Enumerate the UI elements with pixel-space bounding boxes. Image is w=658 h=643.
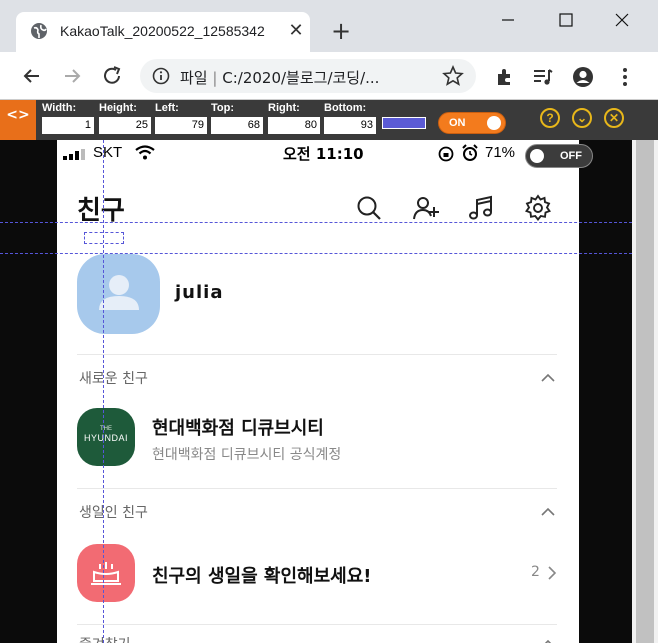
section-birthday-title: 생일인 친구	[79, 505, 148, 521]
wifi-icon	[135, 145, 155, 160]
top-field: Top: 68	[211, 102, 263, 134]
width-value[interactable]: 1	[42, 117, 94, 134]
new-tab-button[interactable]: +	[330, 19, 352, 43]
measure-selection-box	[84, 232, 124, 244]
my-profile-name[interactable]: julia	[175, 282, 223, 303]
carrier: SKT	[93, 144, 123, 161]
hyundai-logo-text: HYUNDAI	[83, 433, 128, 443]
chevron-up-icon[interactable]	[541, 639, 555, 643]
toggle-knob	[487, 116, 501, 130]
back-icon[interactable]	[20, 64, 44, 88]
bottom-label: Bottom:	[324, 102, 367, 114]
overlay-toggle[interactable]: OFF	[525, 144, 593, 168]
menu-icon[interactable]	[614, 66, 636, 88]
right-label: Right:	[268, 102, 300, 114]
status-time: 오전 11:10	[283, 145, 364, 163]
bottom-field: Bottom: 93	[324, 102, 376, 134]
section-new-friends-title: 새로운 친구	[79, 371, 148, 387]
minimize-icon[interactable]	[496, 10, 520, 30]
address-separator: |	[212, 69, 218, 87]
friend-status-message: 현대백화점 디큐브시티 공식계정	[152, 447, 342, 463]
collapse-icon[interactable]: ⌄	[572, 108, 592, 128]
top-value[interactable]: 68	[211, 117, 263, 134]
browser-toolbar: 파일 | C:/2020/블로그/코딩/...	[0, 52, 658, 100]
bottom-value[interactable]: 93	[324, 117, 376, 134]
profile-icon[interactable]	[572, 66, 594, 88]
close-measure-icon[interactable]: ✕	[604, 108, 624, 128]
forward-icon[interactable]	[60, 64, 84, 88]
default-avatar-icon	[99, 275, 139, 310]
measure-toolbar: <> Width: 1 Height: 25 Left: 79 Top: 68 …	[0, 100, 658, 140]
address-text: 파일 | C:/2020/블로그/코딩/...	[180, 67, 379, 88]
globe-icon	[31, 23, 47, 39]
music-icon[interactable]	[467, 194, 495, 222]
measure-guide-vertical	[103, 140, 104, 643]
page-viewport: SKT 오전 11:10 71% 친구 julia 새로운 친구 THE HYU	[0, 140, 632, 643]
guide-color-swatch[interactable]	[382, 117, 426, 129]
maximize-icon[interactable]	[554, 10, 578, 30]
scrollbar-thumb[interactable]	[636, 140, 654, 643]
birthday-cake-icon	[91, 562, 121, 585]
measure-logo[interactable]: <>	[0, 100, 36, 140]
birthday-check-text[interactable]: 친구의 생일을 확인해보세요!	[152, 562, 371, 588]
extensions-icon[interactable]	[494, 66, 516, 88]
kakaotalk-screenshot: SKT 오전 11:10 71% 친구 julia 새로운 친구 THE HYU	[57, 140, 579, 643]
rotation-lock-icon	[438, 146, 454, 162]
left-label: Left:	[155, 102, 179, 114]
left-field: Left: 79	[155, 102, 207, 134]
birthday-cake-avatar[interactable]	[77, 544, 135, 602]
toggle-off-label: OFF	[560, 150, 582, 162]
hyundai-avatar[interactable]: THE HYUNDAI	[77, 408, 135, 466]
right-value[interactable]: 80	[268, 117, 320, 134]
measure-guide-top	[0, 222, 632, 223]
measure-guide-bottom	[0, 253, 632, 254]
bookmark-star-icon[interactable]	[442, 65, 464, 87]
hyundai-logo-small: THE	[100, 426, 112, 432]
birthday-count: 2	[531, 564, 540, 580]
chevron-up-icon[interactable]	[541, 507, 555, 517]
add-friend-icon[interactable]	[412, 194, 440, 222]
browser-window: KakaoTalk_20200522_12585342 ✕ + 파일 | C:/…	[0, 0, 658, 643]
height-value[interactable]: 25	[99, 117, 151, 134]
divider	[77, 488, 557, 489]
alarm-icon	[462, 144, 478, 161]
height-field: Height: 25	[99, 102, 151, 134]
measure-toggle[interactable]: ON	[438, 112, 506, 134]
friend-name[interactable]: 현대백화점 디큐브시티	[152, 414, 324, 440]
media-control-icon[interactable]	[532, 66, 554, 88]
scrollbar[interactable]	[632, 140, 658, 643]
search-icon[interactable]	[355, 194, 383, 222]
tab-title: KakaoTalk_20200522_12585342	[60, 23, 265, 39]
battery-percent: 71%	[485, 144, 516, 161]
status-bar: SKT 오전 11:10 71%	[57, 140, 579, 166]
close-tab-icon[interactable]: ✕	[286, 21, 306, 41]
divider	[77, 354, 557, 355]
reload-icon[interactable]	[100, 64, 124, 88]
my-profile-avatar[interactable]	[77, 254, 160, 334]
info-icon[interactable]	[152, 67, 170, 85]
address-bar[interactable]: 파일 | C:/2020/블로그/코딩/...	[140, 59, 476, 93]
close-window-icon[interactable]	[610, 10, 634, 30]
divider	[77, 624, 557, 625]
tab-bar: KakaoTalk_20200522_12585342 ✕ +	[0, 0, 658, 52]
height-label: Height:	[99, 102, 137, 114]
signal-icon	[63, 149, 85, 160]
toggle-knob	[530, 149, 544, 163]
top-label: Top:	[211, 102, 235, 114]
settings-gear-icon[interactable]	[524, 194, 552, 222]
width-label: Width:	[42, 102, 77, 114]
address-path: C:/2020/블로그/코딩/...	[222, 69, 380, 87]
left-value[interactable]: 79	[155, 117, 207, 134]
width-field: Width: 1	[42, 102, 94, 134]
right-field: Right: 80	[268, 102, 320, 134]
help-icon[interactable]: ?	[540, 108, 560, 128]
browser-tab[interactable]: KakaoTalk_20200522_12585342 ✕	[16, 12, 310, 52]
section-favorites-title: 즐겨찾기	[79, 634, 131, 643]
chevron-up-icon[interactable]	[541, 373, 555, 383]
chevron-right-icon[interactable]	[547, 566, 557, 580]
address-prefix: 파일	[180, 69, 208, 87]
toggle-on-label: ON	[449, 117, 466, 129]
